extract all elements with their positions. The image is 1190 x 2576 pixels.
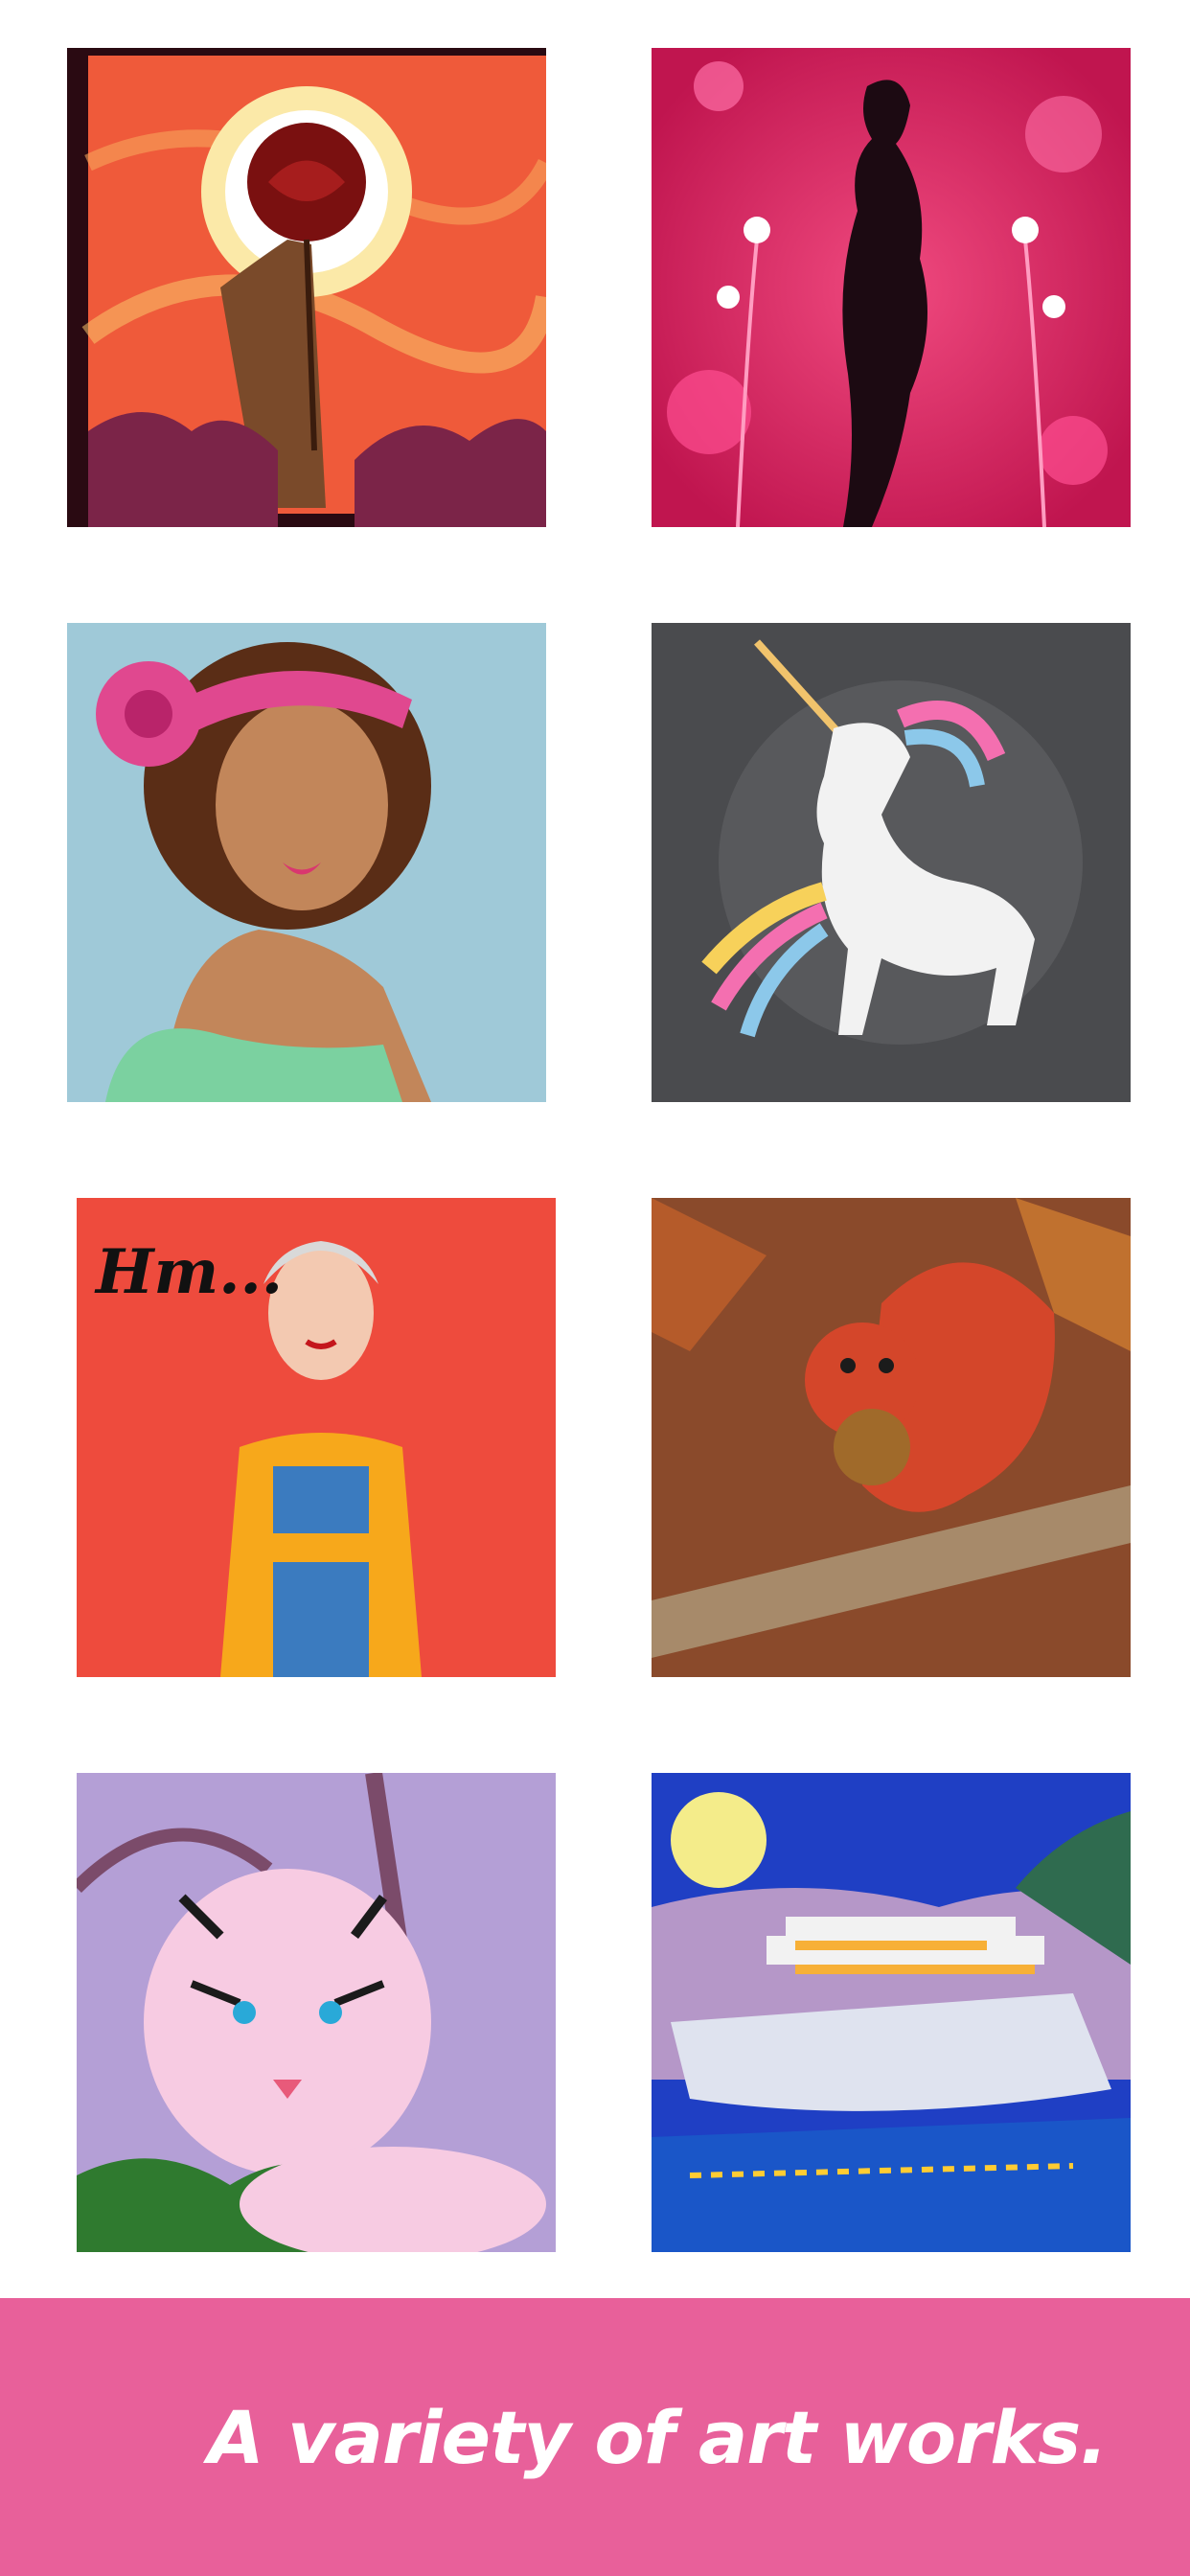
artwork-tile-silhouette[interactable] [652,48,1131,527]
artwork-tile-woman-headband[interactable] [67,623,546,1102]
hm-lettering: Hm... [96,1236,284,1308]
banner-caption: A variety of art works. [0,2298,1190,2576]
squirrel-artwork-image [652,1198,1131,1677]
artwork-tile-woman-thinking[interactable]: Hm... [77,1198,556,1677]
artwork-tile-tiger[interactable] [77,1773,556,2252]
silhouette-artwork-image [652,48,1131,527]
artwork-tile-unicorn[interactable] [652,623,1131,1102]
banner-caption-text: A variety of art works. [207,2394,1108,2480]
artwork-tile-cruise-ship[interactable] [652,1773,1131,2252]
cruise-ship-artwork-image [652,1773,1131,2252]
artwork-tile-squirrel[interactable] [652,1198,1131,1677]
rose-artwork-image [67,48,546,527]
unicorn-artwork-image [652,623,1131,1102]
promo-banner: A variety of art works. [0,2298,1190,2576]
woman-headband-artwork-image [67,623,546,1102]
tiger-artwork-image [77,1773,556,2252]
artwork-tile-rose[interactable] [67,48,546,527]
